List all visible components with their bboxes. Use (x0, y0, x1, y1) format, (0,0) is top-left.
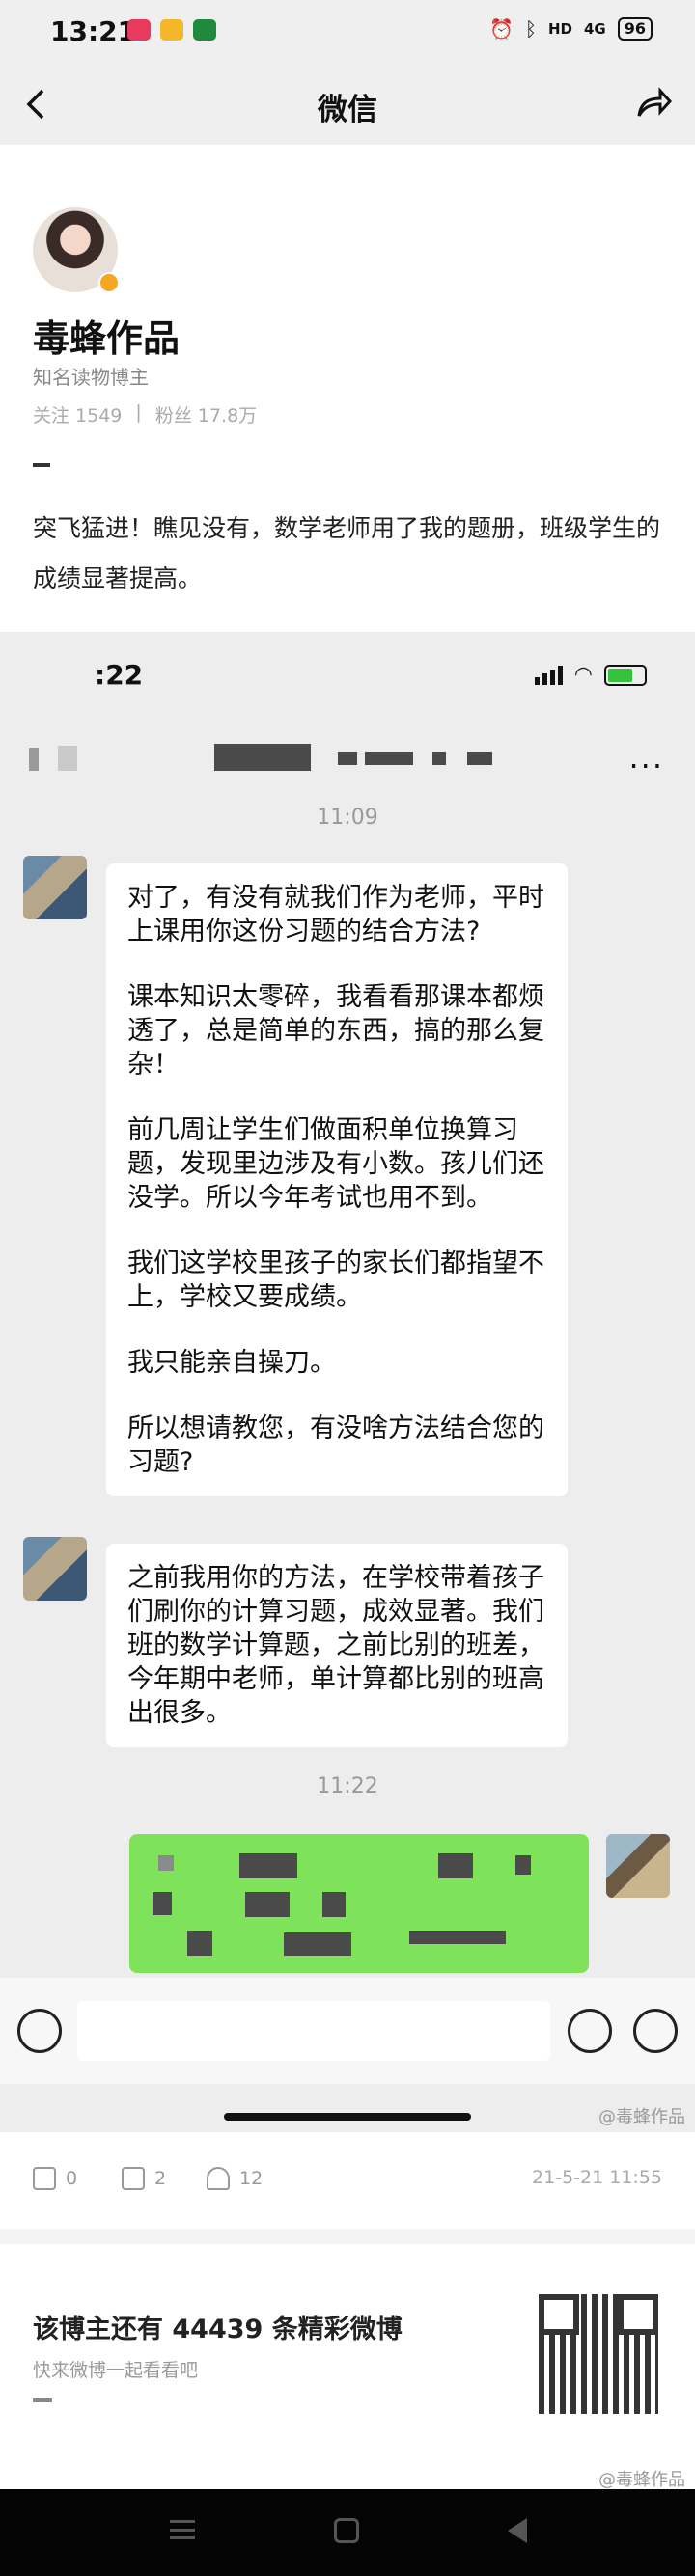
app-notification-icon (127, 19, 151, 41)
chat-input-bar (0, 1978, 695, 2084)
comment-count: 2 (154, 2168, 167, 2189)
mail-notification-icon (160, 19, 183, 41)
self-avatar[interactable] (606, 1834, 670, 1898)
blurred-chat-title (214, 744, 311, 771)
blurred-message-text (409, 1931, 506, 1944)
author-role: 知名读物博主 (33, 366, 149, 389)
voice-icon[interactable] (17, 2009, 62, 2053)
watermark: @毒蜂作品 (598, 2470, 685, 2490)
message-paragraph: 我们这学校里孩子的家长们都指望不上，学校又要成绩。 (127, 1248, 544, 1312)
emoji-icon[interactable] (568, 2009, 612, 2053)
chat-timestamp: 11:09 (317, 806, 378, 830)
post-actions: 0 2 12 21-5-21 11:55 (0, 2132, 695, 2229)
battery-indicator: 96 (617, 17, 653, 41)
post-text: 突飞猛进！瞧见没有，数学老师用了我的题册，班级学生的成绩显著提高。 (33, 514, 661, 592)
wechat-notification-icon (193, 19, 216, 41)
status-time: 13:21 (50, 15, 137, 47)
contact-avatar[interactable] (23, 1537, 87, 1601)
verified-badge-icon (98, 272, 120, 293)
home-icon[interactable] (334, 2518, 359, 2543)
blurred-message-text (322, 1892, 346, 1917)
blurred-message-text (158, 1855, 174, 1871)
author-stats: 关注 1549 | 粉丝 17.8万 (33, 401, 257, 427)
author-name[interactable]: 毒蜂作品 (33, 309, 180, 362)
blurred-chat-title (338, 752, 357, 765)
back-icon[interactable] (508, 2518, 527, 2543)
like-action[interactable]: 12 (207, 2167, 263, 2190)
chat-timestamp: 11:22 (317, 1774, 378, 1798)
chat-screenshot: :22 ◠ ··· 11:09 对了，有没有就我们作为老师，平时上课用你这份习题… (0, 632, 695, 2132)
blurred-chat-title (432, 752, 446, 765)
blurred-message-text (438, 1853, 473, 1878)
message-paragraph: 课本知识太零碎，我看看那课本都烦透了，总是简单的东西，搞的那么复杂！ (127, 982, 544, 1080)
screenshot-status-bar: :22 ◠ (0, 632, 695, 719)
signal-icon (534, 665, 563, 685)
wifi-icon: ◠ (573, 663, 593, 687)
nav-bar: 微信 (0, 64, 695, 145)
status-bar: 13:21 ⏰ ᛒ HD 4G 96 (0, 0, 695, 64)
promo-title: 该博主还有 44439 条精彩微博 (33, 2315, 403, 2344)
chat-header: ··· (0, 719, 695, 796)
post-card: 毒蜂作品 知名读物博主 关注 1549 | 粉丝 17.8万 突飞猛进！瞧见没有… (0, 145, 695, 632)
blurred-message-text (515, 1855, 531, 1875)
sent-chat-bubble (129, 1834, 589, 1973)
system-nav-bar (0, 2489, 695, 2576)
blurred-message-text (187, 1931, 212, 1956)
promo-card[interactable]: 该博主还有 44439 条精彩微博 快来微博一起看看吧 @毒蜂作品 (0, 2244, 695, 2490)
battery-icon (604, 664, 647, 686)
watermark: @毒蜂作品 (598, 2107, 685, 2127)
bluetooth-icon: ᛒ (524, 17, 537, 41)
section-divider (0, 2229, 695, 2244)
blurred-message-text (245, 1892, 290, 1917)
message-paragraph: 对了，有没有就我们作为老师，平时上课用你这份习题的结合方法? (127, 883, 544, 946)
message-paragraph: 前几周让学生们做面积单位换算习题，发现里边涉及有小数。孩儿们还没学。所以今年考试… (127, 1115, 544, 1213)
more-icon[interactable]: ··· (628, 748, 664, 784)
hd-icon: HD (547, 20, 572, 38)
blurred-back-icon (29, 748, 39, 771)
share-action[interactable]: 0 (33, 2167, 77, 2190)
screenshot-status-icons: ◠ (534, 663, 647, 687)
divider-dash (33, 463, 50, 467)
like-count: 12 (239, 2168, 264, 2189)
stats-divider: | (135, 401, 142, 423)
promo-subtitle: 快来微博一起看看吧 (33, 2360, 199, 2381)
plus-icon[interactable] (633, 2009, 678, 2053)
fans-count: 粉丝 17.8万 (154, 405, 258, 426)
divider-dash (33, 2398, 52, 2402)
chat-bubble: 之前我用你的方法，在学校带着孩子们刷你的计算习题，成效显著。我们班的数学计算题，… (106, 1544, 568, 1747)
message-paragraph: 所以想请教您，有没啥方法结合您的习题? (127, 1413, 544, 1477)
post-date: 21-5-21 11:55 (532, 2167, 662, 2188)
alarm-icon: ⏰ (489, 17, 514, 41)
message-paragraph: 我只能亲自操刀。 (127, 1348, 336, 1378)
status-icons: ⏰ ᛒ HD 4G 96 (489, 17, 653, 41)
qr-code-icon (539, 2294, 658, 2414)
follow-count: 关注 1549 (33, 405, 123, 426)
blurred-message-text (284, 1932, 351, 1956)
menu-icon[interactable] (170, 2520, 195, 2539)
comment-action[interactable]: 2 (122, 2167, 166, 2190)
blurred-chat-title (58, 746, 77, 771)
blurred-message-text (153, 1892, 172, 1915)
chat-bubble: 对了，有没有就我们作为老师，平时上课用你这份习题的结合方法? 课本知识太零碎，我… (106, 863, 568, 1496)
blurred-chat-title (467, 752, 492, 765)
contact-avatar[interactable] (23, 856, 87, 919)
like-icon (207, 2167, 230, 2190)
signal-label: 4G (583, 20, 606, 38)
blurred-message-text (239, 1853, 297, 1878)
page-title: 微信 (318, 93, 377, 127)
blurred-chat-title (365, 752, 413, 765)
screenshot-time: :22 (95, 659, 144, 691)
repost-icon (33, 2167, 56, 2190)
message-paragraph: 之前我用你的方法，在学校带着孩子们刷你的计算习题，成效显著。我们班的数学计算题，… (127, 1563, 544, 1728)
home-indicator (224, 2113, 471, 2121)
share-icon[interactable] (631, 83, 674, 125)
share-count: 0 (66, 2168, 78, 2189)
comment-icon (122, 2167, 145, 2190)
message-input[interactable] (77, 2001, 550, 2061)
